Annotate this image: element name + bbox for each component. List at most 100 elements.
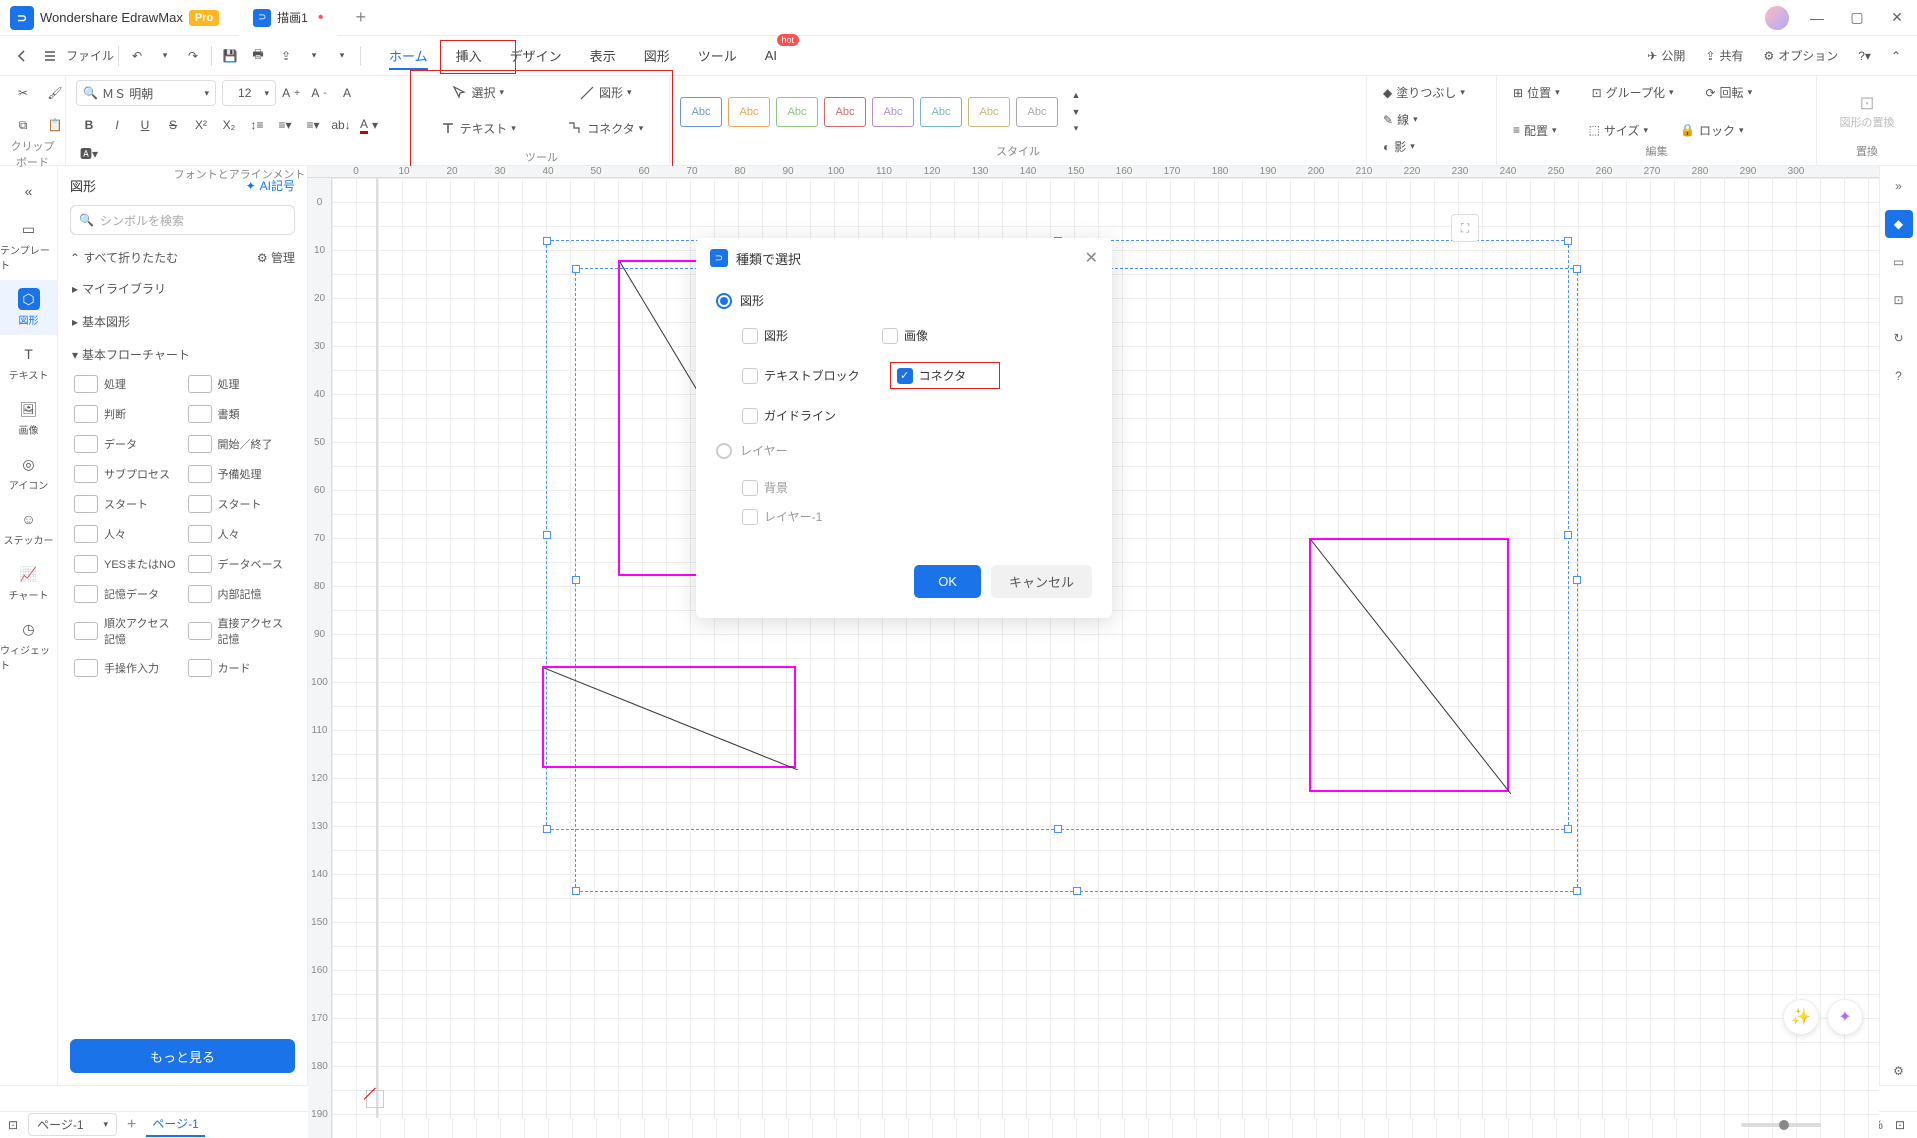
export-dropdown[interactable]: ▾ (300, 42, 328, 70)
shape-item[interactable]: 予備処理 (186, 461, 294, 487)
collapse-ribbon-button[interactable]: ⌃ (1883, 42, 1909, 70)
align-objects-button[interactable]: ≡配置▾ (1507, 118, 1563, 143)
leftbar-images[interactable]: 🖼画像 (0, 390, 57, 445)
more-shapes-button[interactable]: もっと見る (70, 1039, 295, 1073)
shape-item[interactable]: YESまたはNO (72, 551, 180, 577)
shape-item[interactable]: サブプロセス (72, 461, 180, 487)
menu-design[interactable]: デザイン (496, 36, 576, 76)
ok-button[interactable]: OK (914, 565, 981, 598)
shadow-button[interactable]: ◐影▾ (1377, 134, 1421, 159)
decrease-font-button[interactable]: A- (306, 80, 332, 106)
leftbar-icons[interactable]: ◎アイコン (0, 445, 57, 500)
shape-item[interactable]: 書類 (186, 401, 294, 427)
shape-item[interactable]: スタート (186, 491, 294, 517)
font-size-combo[interactable]: 12▾ (222, 80, 276, 106)
select-tool-button[interactable]: 選択▾ (424, 80, 532, 105)
subscript-button[interactable]: X₂ (216, 112, 242, 138)
increase-font-button[interactable]: A+ (278, 80, 304, 106)
styles-scroll-up[interactable]: ▲ (1068, 87, 1084, 103)
text-tool-button[interactable]: テキスト▾ (424, 107, 532, 149)
cat-basic-shapes[interactable]: ▸ 基本図形 (58, 305, 307, 338)
shape-item[interactable]: 開始／終了 (186, 431, 294, 457)
leftbar-widgets[interactable]: ◷ウィジェット (0, 610, 57, 680)
position-button[interactable]: ⊞位置▾ (1507, 80, 1566, 105)
style-preset-2[interactable]: Abc (728, 97, 770, 127)
shape-rect-2[interactable] (542, 666, 796, 768)
leftbar-shapes[interactable]: ⬡図形 (0, 280, 57, 335)
sb-more-button[interactable]: ⊡ (1895, 1118, 1905, 1132)
cat-mylibrary[interactable]: ▸ マイライブラリ (58, 272, 307, 305)
shape-item[interactable]: 人々 (186, 521, 294, 547)
cancel-button[interactable]: キャンセル (991, 565, 1092, 598)
help-button[interactable]: ?▾ (1850, 42, 1879, 70)
menu-shapes[interactable]: 図形 (630, 36, 684, 76)
share-button[interactable]: ⇪共有 (1697, 42, 1751, 70)
zoom-slider[interactable] (1741, 1123, 1821, 1127)
shape-item[interactable]: 内部記憶 (186, 581, 294, 607)
font-reset-button[interactable]: A (334, 80, 360, 106)
shape-item[interactable]: スタート (72, 491, 180, 517)
style-preset-6[interactable]: Abc (920, 97, 962, 127)
shape-item[interactable]: 手操作入力 (72, 655, 180, 681)
radio-layer[interactable] (716, 443, 732, 459)
canvas[interactable]: ⛶ ⊃ 種類で選択 ✕ 図形 図形 (332, 178, 1879, 1138)
bullet-list-button[interactable]: ≡▾ (272, 112, 298, 138)
cat-flowchart[interactable]: ▾ 基本フローチャート (58, 338, 307, 371)
rightbar-settings[interactable]: ⚙ (1885, 1057, 1913, 1085)
fill-button[interactable]: ◆塗りつぶし▾ (1377, 80, 1471, 105)
radio-row-shape[interactable]: 図形 (716, 282, 1092, 319)
strike-button[interactable]: S (160, 112, 186, 138)
shape-search-input[interactable]: 🔍 シンボルを検索 (70, 205, 295, 235)
paste-button[interactable]: 📋 (42, 112, 68, 138)
rightbar-properties[interactable]: ▭ (1885, 248, 1913, 276)
menu-insert[interactable]: 挿入 (442, 36, 496, 76)
shape-item[interactable]: 順次アクセス記憶 (72, 611, 180, 651)
style-preset-1[interactable]: Abc (680, 97, 722, 127)
export-button[interactable]: ⇪ (272, 42, 300, 70)
font-color-button[interactable]: A▾ (356, 112, 382, 138)
more-qat-button[interactable]: ▾ (328, 42, 356, 70)
rotate-button[interactable]: ⟳回転▾ (1699, 80, 1758, 105)
fit-view-button[interactable]: ⛶ (1451, 214, 1479, 242)
back-button[interactable] (8, 42, 36, 70)
format-painter-button[interactable]: 🖌 (42, 80, 68, 106)
manage-button[interactable]: ⚙ 管理 (257, 249, 295, 266)
user-avatar-icon[interactable] (1765, 6, 1789, 30)
publish-button[interactable]: ✈公開 (1639, 42, 1693, 70)
leftbar-collapse[interactable]: « (0, 172, 57, 210)
chk-connector[interactable]: ✓コネクタ (890, 362, 1000, 389)
rightbar-expand[interactable]: » (1885, 172, 1913, 200)
file-menu[interactable]: ファイル (66, 47, 114, 64)
document-tab[interactable]: ⊃ 描画1 • (239, 0, 337, 36)
ai-wand-button[interactable]: ✨ (1783, 999, 1819, 1035)
shape-item[interactable]: 人々 (72, 521, 180, 547)
collapse-all-button[interactable]: ⌃ すべて折りたたむ (70, 249, 178, 266)
close-window-button[interactable]: ✕ (1877, 0, 1917, 36)
line-style-button[interactable]: ✎線▾ (1377, 107, 1424, 132)
font-family-combo[interactable]: 🔍ＭＳ 明朝▾ (76, 80, 216, 106)
line-spacing-button[interactable]: ↕≡ (244, 112, 270, 138)
cut-button[interactable]: ✂ (10, 80, 36, 106)
rightbar-history[interactable]: ↻ (1885, 324, 1913, 352)
shape-item[interactable]: 直接アクセス記憶 (186, 611, 294, 651)
connector-tool-button[interactable]: コネクタ▾ (552, 107, 660, 149)
radio-row-layer[interactable]: レイヤー (716, 432, 1092, 469)
lock-button[interactable]: 🔒ロック▾ (1674, 118, 1750, 143)
align-button[interactable]: ≡▾ (300, 112, 326, 138)
text-direction-button[interactable]: ab↓ (328, 112, 354, 138)
style-preset-4[interactable]: Abc (824, 97, 866, 127)
style-preset-5[interactable]: Abc (872, 97, 914, 127)
underline-button[interactable]: U (132, 112, 158, 138)
ai-symbol-button[interactable]: ✦AI記号 (246, 177, 295, 194)
group-button[interactable]: ⊡グループ化▾ (1586, 80, 1680, 105)
radio-shape[interactable] (716, 293, 732, 309)
chk-shape[interactable]: 図形 (742, 327, 852, 344)
shape-rect-3[interactable] (1309, 538, 1509, 792)
leftbar-charts[interactable]: 📈チャート (0, 555, 57, 610)
rightbar-layers[interactable]: ⊡ (1885, 286, 1913, 314)
menu-ai[interactable]: AIhot (751, 36, 791, 76)
maximize-button[interactable]: ▢ (1837, 0, 1877, 36)
print-button[interactable]: 🖶 (244, 42, 272, 70)
add-page-button[interactable]: + (127, 1116, 136, 1134)
bold-button[interactable]: B (76, 112, 102, 138)
